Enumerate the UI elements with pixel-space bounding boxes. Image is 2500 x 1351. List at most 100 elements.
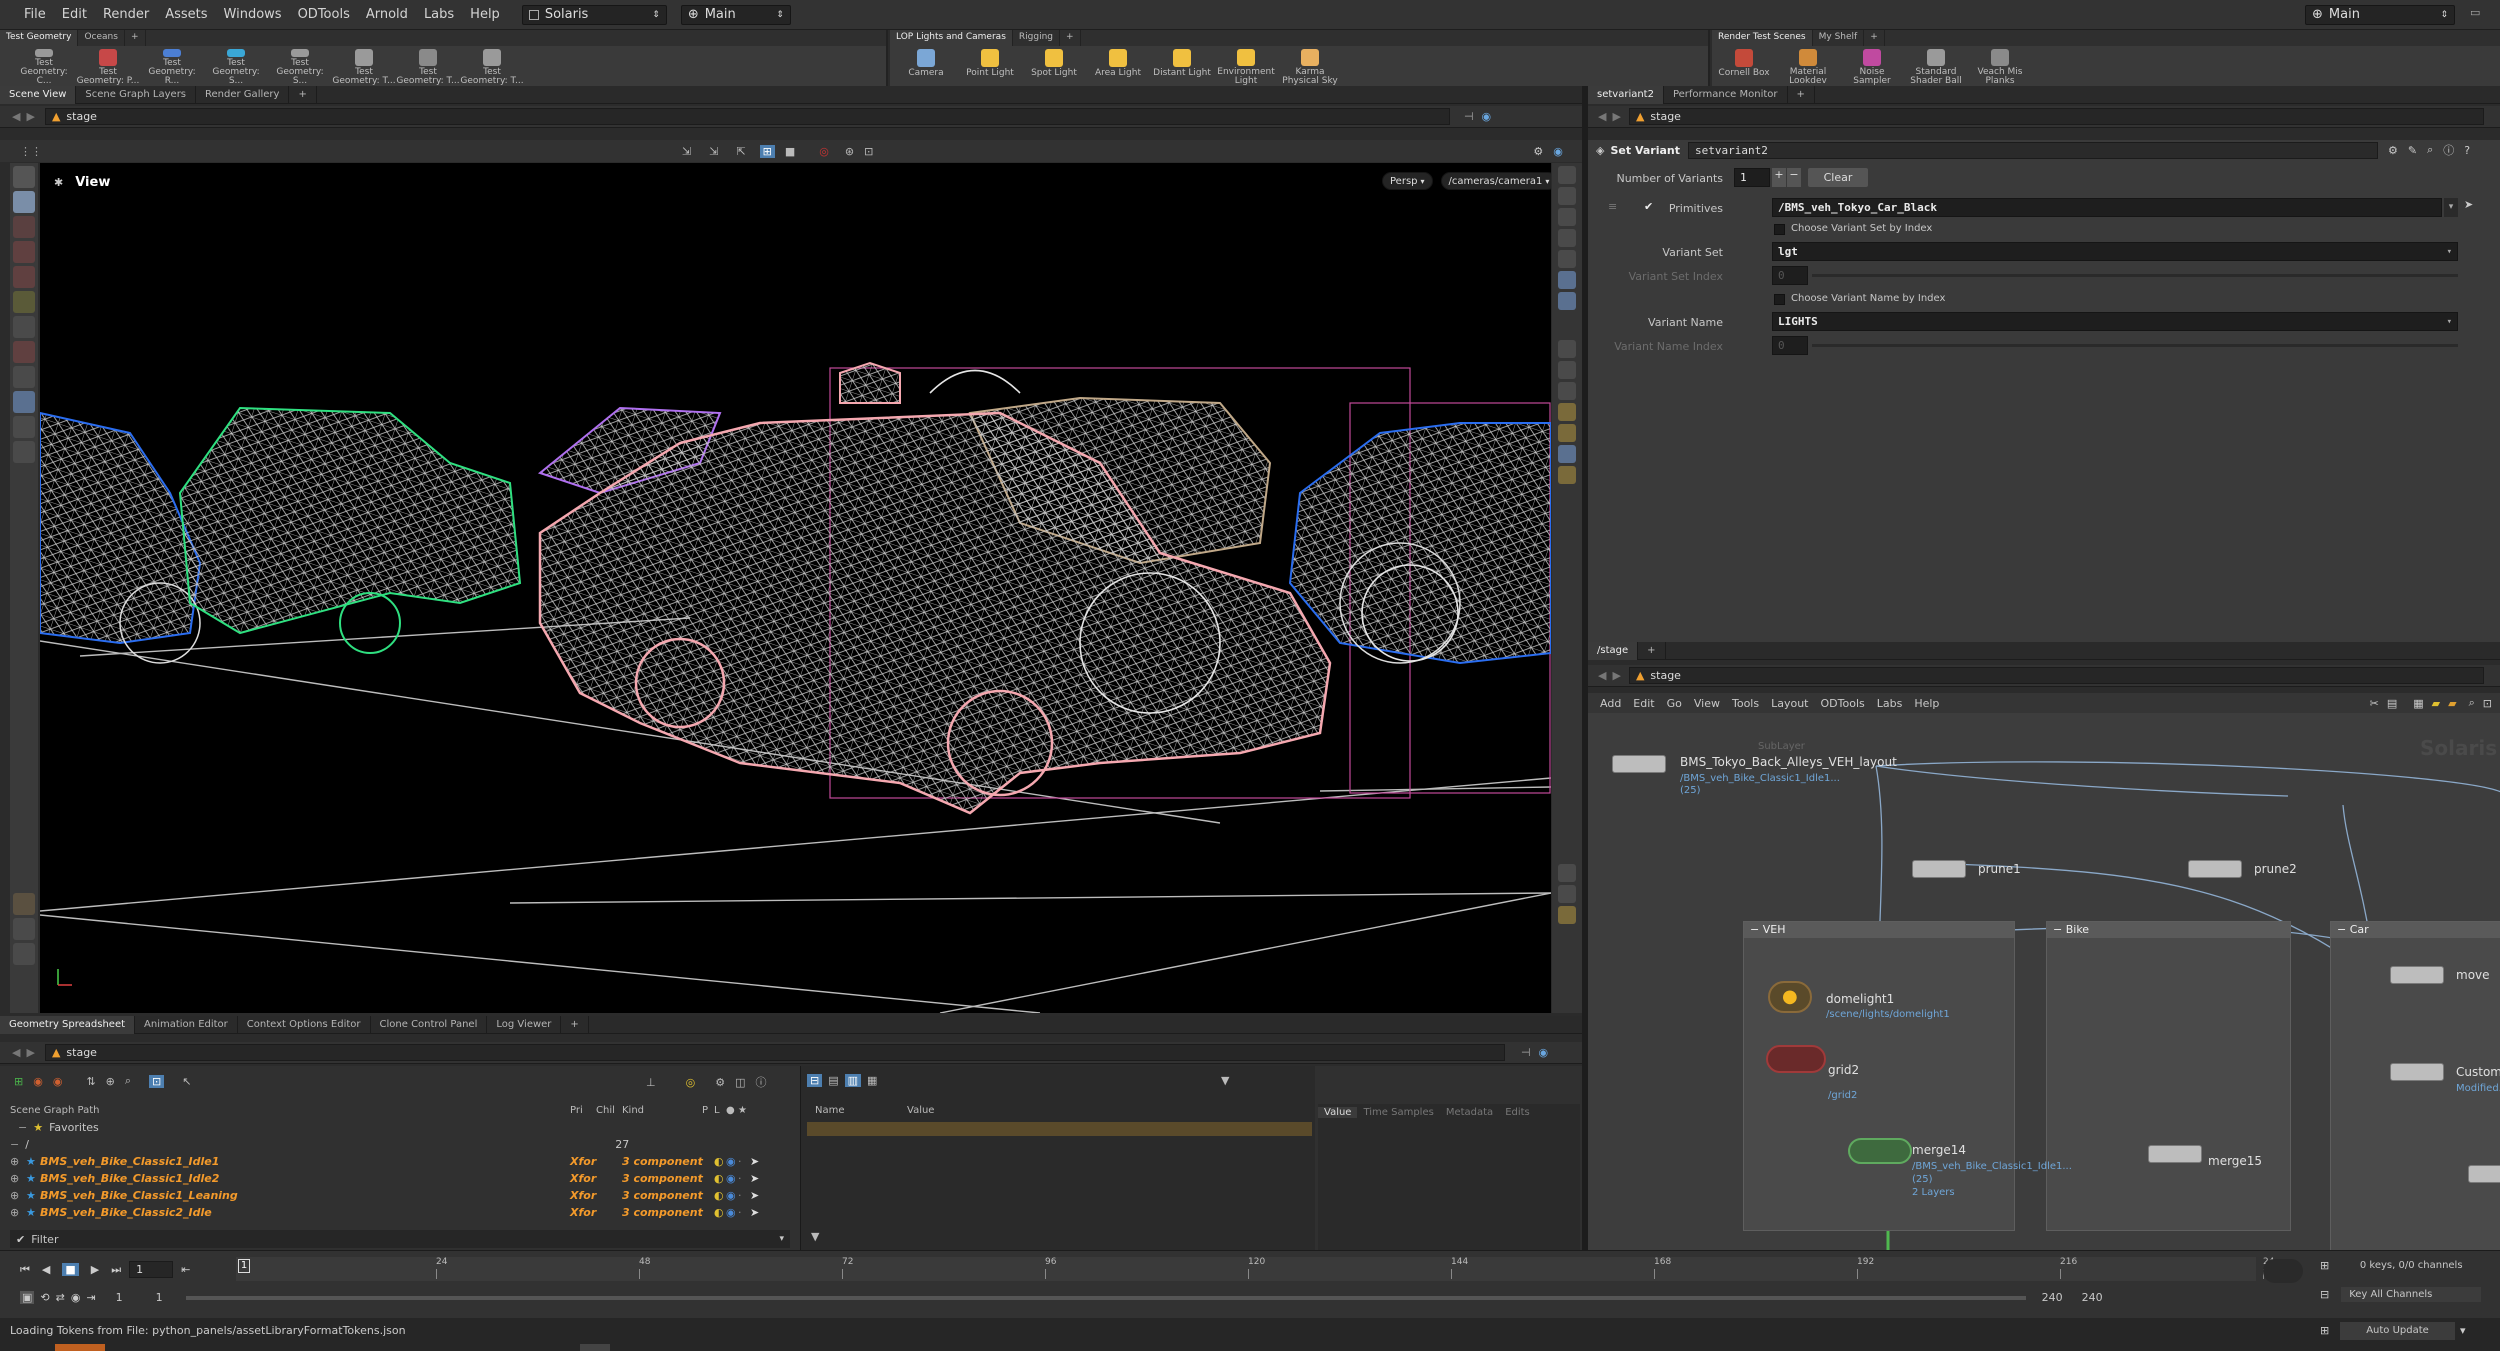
context-select[interactable]: ⊕ Main ⇕: [680, 4, 791, 25]
pin-icon[interactable]: ⊣: [1521, 1046, 1531, 1059]
material-icon[interactable]: ◉: [53, 1075, 63, 1088]
collapse-icon[interactable]: −: [18, 1121, 27, 1134]
view-tool-icon[interactable]: [13, 391, 35, 413]
menu-edit[interactable]: Edit: [54, 7, 95, 22]
table-row[interactable]: ⊕ ★ BMS_veh_Bike_Classic2_Idle Xfor 3 compon…: [10, 1204, 790, 1221]
col-l[interactable]: L: [714, 1105, 726, 1116]
merge14-node[interactable]: [1848, 1138, 1912, 1164]
tab-metadata[interactable]: Metadata: [1440, 1107, 1499, 1118]
record-icon[interactable]: ◎: [819, 145, 829, 158]
shelf-tool-button[interactable]: Standard Shader Ball: [1904, 46, 1968, 86]
range-icon[interactable]: ⇥: [86, 1291, 95, 1304]
add-shelf-icon[interactable]: +: [125, 30, 146, 46]
add-shelf-icon[interactable]: +: [1864, 30, 1885, 46]
bounce-icon[interactable]: ⇄: [56, 1291, 65, 1304]
snap-icon[interactable]: ⊞: [759, 144, 775, 158]
range-end2[interactable]: 240: [2082, 1291, 2122, 1304]
help-icon[interactable]: ⓘ: [755, 1074, 766, 1090]
scene-view-path-field[interactable]: ▲ stage: [44, 108, 1450, 125]
select-icon[interactable]: ⇲: [682, 145, 691, 158]
forward-icon[interactable]: ▶: [1612, 669, 1620, 682]
check-icon[interactable]: ✔: [16, 1233, 25, 1246]
grid-menu-icon[interactable]: ⋮⋮: [20, 145, 42, 158]
cache-icon[interactable]: ⊞: [2320, 1324, 2329, 1337]
select-icon[interactable]: ➤: [750, 1172, 762, 1185]
light-tool-icon[interactable]: [13, 416, 35, 438]
display-icon[interactable]: ⊡: [2483, 697, 2492, 710]
add-tab-icon[interactable]: +: [1638, 641, 1666, 660]
expand-icon[interactable]: ⊕: [10, 1155, 26, 1168]
audio-icon[interactable]: ◉: [71, 1291, 81, 1304]
auto-update-button[interactable]: Auto Update: [2340, 1322, 2455, 1340]
primitives-field[interactable]: /BMS_veh_Tokyo_Car_Black: [1772, 198, 2442, 217]
selected-property-row[interactable]: [807, 1122, 1312, 1136]
shelf-tool-button[interactable]: Cornell Box: [1712, 46, 1776, 86]
num-variants-field[interactable]: 1: [1734, 168, 1770, 187]
network-menu-help[interactable]: Help: [1908, 697, 1945, 710]
tab-edits[interactable]: Edits: [1499, 1107, 1536, 1118]
maximize-icon[interactable]: ▭: [2470, 6, 2480, 19]
add-tab-icon[interactable]: +: [289, 85, 317, 104]
first-frame-icon[interactable]: ⏮: [20, 1263, 30, 1277]
select-tool-icon[interactable]: [13, 166, 35, 188]
columns-icon[interactable]: ▥: [844, 1074, 862, 1087]
menu-labs[interactable]: Labs: [416, 7, 462, 22]
star-icon[interactable]: ★: [26, 1189, 40, 1202]
playhead-frame[interactable]: 1: [238, 1259, 250, 1273]
transform-tool-icon[interactable]: [13, 291, 35, 313]
scale-tool-icon[interactable]: [13, 266, 35, 288]
step-keys-icon[interactable]: ⇤: [181, 1263, 190, 1276]
shelf-tool-button[interactable]: Veach Mis Planks: [1968, 46, 2032, 86]
3d-viewport[interactable]: ✱ View Persp ▾ /cameras/camera1 ▾: [40, 163, 1551, 1013]
measure-tool-icon[interactable]: [13, 918, 35, 940]
range-current[interactable]: 1: [156, 1291, 186, 1304]
dot-icon[interactable]: ·: [738, 1189, 750, 1202]
col-chil[interactable]: Chil: [596, 1105, 622, 1116]
display-option-icon[interactable]: [1558, 424, 1576, 442]
menu-help[interactable]: Help: [462, 7, 508, 22]
shelf-tool-button[interactable]: Environment Light: [1214, 46, 1278, 86]
shelf-tool-button[interactable]: Distant Light: [1150, 46, 1214, 86]
menu-odtools[interactable]: ODTools: [290, 7, 358, 22]
name-col[interactable]: Name: [807, 1105, 907, 1116]
move-node[interactable]: [2390, 966, 2444, 984]
gear-icon[interactable]: ⚙: [2388, 144, 2398, 157]
search-icon[interactable]: ⌕: [2427, 143, 2433, 157]
tab-stage[interactable]: /stage: [1588, 641, 1639, 660]
shelf-tool-button[interactable]: Spot Light: [1022, 46, 1086, 86]
sticky-icon[interactable]: ▰: [2432, 697, 2440, 710]
col-p[interactable]: P: [702, 1105, 714, 1116]
value-col[interactable]: Value: [907, 1105, 934, 1116]
right-desktop-select[interactable]: ⊕ Main ⇕: [2305, 4, 2455, 25]
link-icon[interactable]: ◉: [1539, 1046, 1549, 1059]
star-icon[interactable]: ★: [26, 1206, 40, 1219]
network-box-bike[interactable]: − Bike: [2046, 921, 2291, 1231]
rotate-tool-icon[interactable]: [13, 241, 35, 263]
display-option-icon[interactable]: [1558, 292, 1576, 310]
network-menu-tools[interactable]: Tools: [1726, 697, 1765, 710]
tab-context-options-editor[interactable]: Context Options Editor: [238, 1015, 371, 1034]
pin-icon[interactable]: ⊣: [1464, 110, 1474, 123]
lock-icon[interactable]: ◐: [714, 1206, 726, 1219]
menu-arnold[interactable]: Arnold: [358, 7, 416, 22]
view-menu-icon[interactable]: ✱: [54, 176, 63, 189]
tab-performance-monitor[interactable]: Performance Monitor: [1664, 85, 1788, 104]
tab-value[interactable]: Value: [1318, 1106, 1358, 1118]
expand-icon[interactable]: ⊕: [10, 1172, 26, 1185]
screenshot-icon[interactable]: ⊡: [864, 145, 873, 158]
col-visibility[interactable]: ●: [726, 1105, 738, 1116]
scene-icon[interactable]: ⊞: [14, 1075, 23, 1088]
expand-icon[interactable]: ⊕: [10, 1189, 26, 1202]
key-all-icon[interactable]: ⊟: [2320, 1288, 2329, 1301]
shelf-tool-button[interactable]: Area Light: [1086, 46, 1150, 86]
update-mode-icon[interactable]: ▾: [2460, 1324, 2466, 1337]
network-box-veh[interactable]: − VEH: [1743, 921, 2015, 1231]
lock-icon[interactable]: ◐: [714, 1189, 726, 1202]
shelf-tool-button[interactable]: Noise Sampler: [1840, 46, 1904, 86]
display-option-icon[interactable]: [1558, 382, 1576, 400]
tab-geometry-spreadsheet[interactable]: Geometry Spreadsheet: [0, 1015, 136, 1034]
shelf-tab-lights-cameras[interactable]: LOP Lights and Cameras: [890, 30, 1013, 46]
shelf-tool-button[interactable]: Test Geometry: R...: [140, 46, 204, 86]
add-tab-icon[interactable]: +: [1788, 85, 1815, 104]
lock-icon[interactable]: ◐: [714, 1172, 726, 1185]
